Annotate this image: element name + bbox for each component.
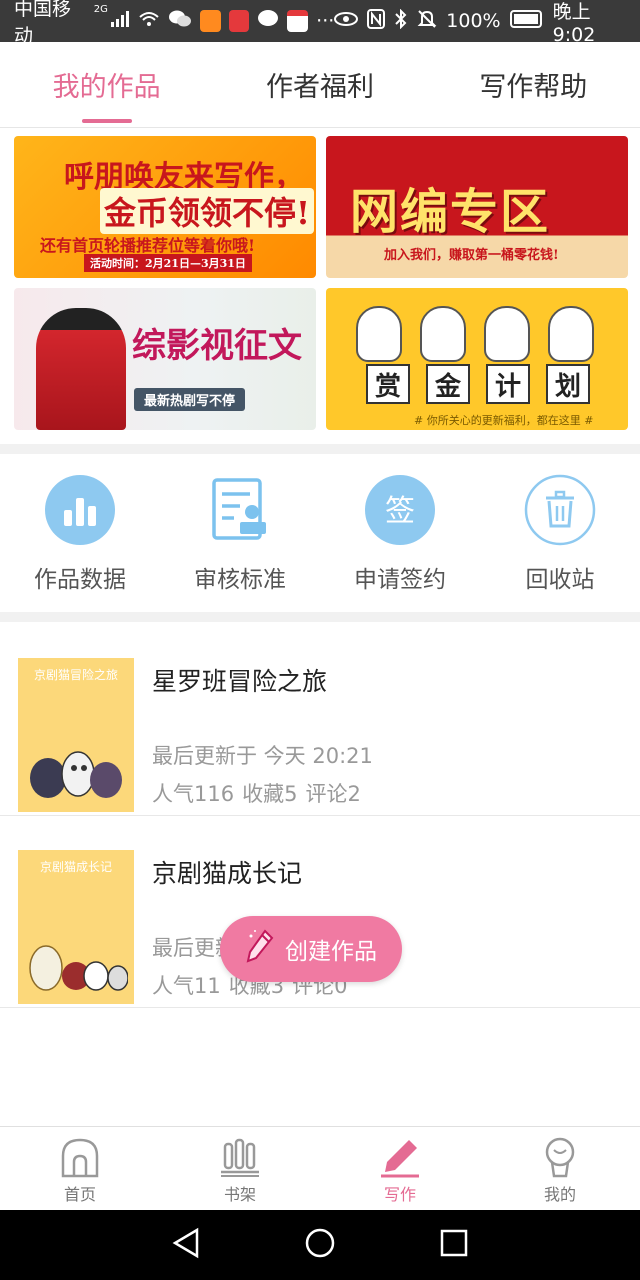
create-work-button[interactable]: 创建作品 — [220, 916, 402, 982]
calendar-app-icon — [287, 10, 309, 32]
cover-illustration — [29, 945, 128, 991]
banner-drama-sub: 最新热剧写不停 — [134, 388, 246, 411]
banner-cats — [356, 306, 594, 362]
work-popularity: 人气116 — [152, 782, 235, 806]
quick-action-label: 回收站 — [525, 567, 595, 593]
nav-label: 写作 — [383, 1185, 416, 1204]
quick-action-recycle-bin[interactable]: 回收站 — [480, 460, 640, 610]
mute-icon — [417, 9, 437, 34]
quick-action-label: 审核标准 — [194, 567, 286, 593]
quick-action-review-standard[interactable]: 审核标准 — [160, 460, 320, 610]
recent-apps-icon[interactable] — [439, 1228, 469, 1262]
banner-bounty-plan[interactable]: 赏 金 计 划 # 你所关心的更新福利，都在这里 # — [326, 288, 628, 430]
banner-drama-contest[interactable]: 综影视征文 最新热剧写不停 — [14, 288, 316, 430]
banner-editor-sub: 加入我们，赚取第一桶零花钱! — [384, 248, 559, 263]
wechat-icon — [168, 9, 192, 34]
nav-label: 书架 — [223, 1185, 256, 1204]
wifi-icon — [138, 10, 160, 33]
work-favorites: 收藏5 — [242, 782, 298, 806]
section-divider — [0, 444, 640, 454]
nav-home[interactable]: 首页 — [0, 1127, 160, 1210]
profile-icon — [538, 1135, 582, 1179]
quick-action-label: 申请签约 — [354, 567, 446, 593]
work-comments: 评论2 — [305, 782, 361, 806]
banner-bounty-char: 赏 — [366, 364, 410, 404]
pencil-icon — [245, 928, 275, 970]
more-notifications-icon: ··· — [316, 10, 335, 32]
carrier-label: 中国移动 — [14, 0, 72, 47]
nav-bookshelf[interactable]: 书架 — [160, 1127, 320, 1210]
banner-bounty-headline: 赏 金 计 划 — [366, 364, 590, 404]
quick-action-apply-contract[interactable]: 签 申请签约 — [320, 460, 480, 610]
banner-bounty-char: 金 — [426, 364, 470, 404]
back-icon[interactable] — [171, 1227, 201, 1263]
bluetooth-icon — [394, 8, 408, 34]
banner-drama-headline: 综影视征文 — [132, 326, 302, 366]
quick-actions: 作品数据 审核标准 签 申请签约 回收站 — [0, 460, 640, 610]
video-app-icon — [199, 10, 221, 32]
tab-writing-help[interactable]: 写作帮助 — [427, 42, 640, 127]
nfc-icon — [367, 8, 386, 34]
chart-bars-icon — [44, 474, 116, 546]
banner-editor-headline: 网编专区 — [350, 184, 551, 240]
bottom-nav: 首页 书架 写作 我的 — [0, 1126, 640, 1210]
cover-title: 京剧猫成长记 — [39, 860, 112, 874]
banner-bounty-char: 划 — [546, 364, 590, 404]
shopping-app-icon — [228, 10, 250, 32]
work-title: 星罗班冒险之旅 — [152, 667, 328, 696]
list-item[interactable]: 京剧猫冒险之旅 星罗班冒险之旅 最后更新于 今天 20:21 人气116 收藏5… — [0, 624, 640, 816]
cat-illustration — [484, 306, 530, 362]
section-divider — [0, 612, 640, 622]
banner-invite-friends[interactable]: 呼朋唤友来写作， 金币领领不停! 还有首页轮播推荐位等着你哦! 活动时间：2月2… — [14, 136, 316, 278]
banner-grid: 呼朋唤友来写作， 金币领领不停! 还有首页轮播推荐位等着你哦! 活动时间：2月2… — [14, 136, 628, 430]
create-work-label: 创建作品 — [285, 939, 377, 965]
pen-icon — [378, 1135, 422, 1179]
home-circle-icon[interactable] — [304, 1227, 336, 1263]
eye-comfort-icon — [334, 10, 359, 32]
bookshelf-icon — [218, 1135, 262, 1179]
quick-action-label: 作品数据 — [34, 567, 126, 593]
cover-illustration — [30, 751, 122, 798]
quick-action-work-data[interactable]: 作品数据 — [0, 460, 160, 610]
banner-editor-zone[interactable]: 网编专区 加入我们，赚取第一桶零花钱! — [326, 136, 628, 278]
nav-profile[interactable]: 我的 — [480, 1127, 640, 1210]
nav-label: 我的 — [543, 1185, 576, 1204]
cover-title: 京剧猫冒险之旅 — [33, 668, 118, 682]
status-bar: 中国移动 2G ··· 100% 晚上9:02 — [0, 0, 640, 47]
cat-illustration — [548, 306, 594, 362]
battery-icon — [509, 9, 544, 33]
clock: 晚上9:02 — [552, 0, 596, 46]
home-icon — [58, 1135, 102, 1179]
tab-author-benefits[interactable]: 作者福利 — [213, 42, 426, 127]
network-type: 2G — [93, 4, 108, 15]
message-icon — [257, 9, 279, 34]
sign-icon: 签 — [364, 474, 436, 546]
trash-icon — [524, 474, 596, 546]
sign-icon-char: 签 — [385, 494, 415, 529]
top-tab-bar: 我的作品 作者福利 写作帮助 — [0, 42, 640, 128]
nav-write[interactable]: 写作 — [320, 1127, 480, 1210]
banner-invite-sub: 还有首页轮播推荐位等着你哦! — [40, 236, 256, 255]
tab-my-works[interactable]: 我的作品 — [0, 42, 213, 127]
battery-percent: 100% — [446, 10, 501, 32]
banner-bounty-char: 计 — [486, 364, 530, 404]
banner-bounty-sub: # 你所关心的更新福利，都在这里 # — [414, 414, 594, 427]
book-cover: 京剧猫冒险之旅 — [18, 658, 134, 812]
work-title: 京剧猫成长记 — [152, 859, 303, 888]
document-check-icon — [204, 474, 276, 546]
signal-icon — [110, 10, 130, 33]
book-cover: 京剧猫成长记 — [18, 850, 134, 1004]
system-nav-bar — [0, 1210, 640, 1280]
cat-illustration — [420, 306, 466, 362]
work-updated: 最后更新于 今天 20:21 — [152, 744, 373, 768]
banner-drama-figure — [36, 308, 126, 430]
cat-illustration — [356, 306, 402, 362]
banner-invite-dates: 活动时间：2月21日—3月31日 — [84, 254, 252, 272]
work-popularity: 人气11 — [152, 974, 221, 998]
banner-invite-coins: 金币领领不停! — [100, 188, 315, 234]
work-stats: 人气116 收藏5 评论2 — [152, 778, 361, 808]
nav-label: 首页 — [63, 1185, 96, 1204]
